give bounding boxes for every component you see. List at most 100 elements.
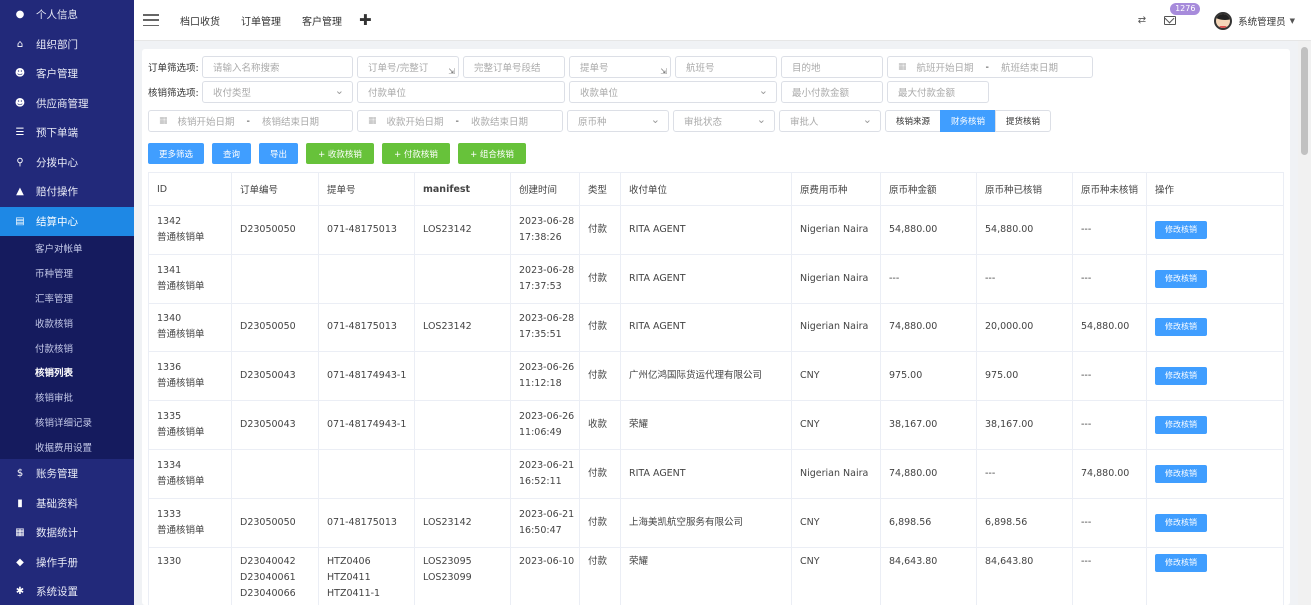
sidebar-item-top-4[interactable]: ☰ 预下单端 [0,118,134,148]
sidebar-item-top-6[interactable]: ▲ 赔付操作 [0,177,134,207]
edit-verify-button[interactable]: 修改核销 [1155,269,1207,288]
auditor-select[interactable]: 审批人 [779,110,881,132]
min-amount-input[interactable]: 最小付款金额 [781,81,883,103]
cell-created-time: 2023-06-21 16:52:11 [510,449,580,499]
verify-start-date: 核销开始日期 [177,117,235,128]
edit-verify-button[interactable]: 修改核销 [1155,513,1207,532]
caret-down-icon[interactable]: ▼ [1290,17,1295,25]
table-row: 1340 普通核销单 D23050050 071-48175013 LOS23142 20… [148,303,1284,353]
edit-verify-button[interactable]: 修改核销 [1155,220,1207,239]
cell-id: 1334 普通核销单 [148,449,232,499]
sidebar-item-top-3[interactable]: ☻ 供应商管理 [0,89,134,119]
recv-date-range[interactable]: ▦ 收款开始日期 - 收款结束日期 [357,110,563,132]
nav-link-stall-receive[interactable]: 档口收货 [180,13,220,28]
cell-type: 付款 [579,205,621,255]
cell-currency: Nigerian Naira [791,254,881,304]
sidebar-subitem-6[interactable]: 核销审批 [0,385,134,410]
edit-verify-button[interactable]: 修改核销 [1155,416,1207,435]
sidebar-item-label: 供应商管理 [36,97,89,110]
recv-start-date: 收款开始日期 [386,117,444,128]
cell-bill-no: 071-48174943-1 [318,351,415,402]
menu-toggle-icon[interactable] [143,14,159,26]
sidebar-subitem-0[interactable]: 客户对帐单 [0,236,134,261]
cell-amount: 6,898.56 [880,498,977,548]
column-header: 操作 [1146,172,1284,206]
user-icon: ● [15,9,25,21]
sidebar-subitem-1[interactable]: 币种管理 [0,261,134,286]
order-filter-row: 订单筛选项: 请输入名称搜索 订单号/完整订 完整订单号段结 提单号 航班号 目… [148,56,1097,78]
sidebar-item-top-1[interactable]: ⌂ 组织部门 [0,30,134,60]
order-no-input[interactable]: 订单号/完整订 [357,56,459,78]
finance-verify-button[interactable]: 财务核销 [940,110,997,132]
cell-id: 1333 普通核销单 [148,498,232,548]
cell-bill-no: 071-48175013 [318,303,415,353]
top-header: 档口收货 订单管理 客户管理 ✚ ⇄ 1276 系统管理员 ▼ [134,0,1311,41]
sidebar-item-bottom-0[interactable]: $ 账务管理 [0,459,134,489]
source-button[interactable]: 核销来源 [885,110,942,132]
sidebar-subitem-5[interactable]: 核销列表 [0,360,134,385]
cell-amount: 74,880.00 [880,303,977,353]
pay-unit-input[interactable]: 付款单位 [357,81,565,103]
messages-button[interactable]: 1276 [1164,3,1201,25]
sidebar-subitem-7[interactable]: 核销详细记录 [0,410,134,435]
pay-verify-button[interactable]: + 付款核销 [382,143,450,164]
edit-verify-button[interactable]: 修改核销 [1155,553,1207,572]
query-button[interactable]: 查询 [212,143,251,164]
cell-action: 修改核销 [1146,547,1284,605]
sidebar-item-bottom-1[interactable]: ▮ 基础资料 [0,489,134,519]
nav-link-customer-manage[interactable]: 客户管理 [302,13,342,28]
audit-status-select[interactable]: 审批状态 [673,110,775,132]
max-amount-input[interactable]: 最大付款金额 [887,81,989,103]
export-button[interactable]: 导出 [259,143,298,164]
cell-manifest [414,254,511,304]
destination-input[interactable]: 目的地 [781,56,883,78]
flight-date-range[interactable]: ▦ 航班开始日期 - 航班结束日期 [887,56,1093,78]
edit-verify-button[interactable]: 修改核销 [1155,464,1207,483]
cell-action: 修改核销 [1146,498,1284,548]
translate-icon[interactable]: ⇄ [1138,15,1146,26]
add-tab-icon[interactable]: ✚ [359,11,372,29]
cell-created-time: 2023-06-28 17:35:51 [510,303,580,353]
edit-verify-button[interactable]: 修改核销 [1155,367,1207,386]
cell-manifest: LOS23142 [414,303,511,353]
calendar-icon: ▦ [368,116,377,126]
scroll-thumb[interactable] [1301,47,1308,155]
nav-link-order-manage[interactable]: 订单管理 [241,13,281,28]
sidebar-item-bottom-2[interactable]: ▦ 数据统计 [0,518,134,548]
name-search-input[interactable]: 请输入名称搜索 [202,56,353,78]
sidebar-item-top-5[interactable]: ⚲ 分拨中心 [0,148,134,178]
recv-unit-select[interactable]: 收款单位 [569,81,777,103]
cell-unit: RITA AGENT [620,254,792,304]
cell-type: 付款 [579,303,621,353]
cell-created-time: 2023-06-28 17:38:26 [510,205,580,255]
cell-action: 修改核销 [1146,303,1284,353]
cell-order-no: D23050050 [231,303,319,353]
sidebar-subitem-3[interactable]: 收款核销 [0,310,134,335]
page-scrollbar[interactable] [1298,41,1311,605]
cell-currency: CNY [791,498,881,548]
mail-icon [1164,16,1177,25]
full-order-input[interactable]: 完整订单号段结 [463,56,565,78]
sidebar-subitem-4[interactable]: 付款核销 [0,335,134,360]
combo-verify-button[interactable]: + 组合核销 [458,143,526,164]
sidebar-subitem-8[interactable]: 收据费用设置 [0,434,134,459]
cell-order-no: D23040042 D23040061 D23040066 [231,547,319,605]
sidebar-item-top-7[interactable]: ▤ 结算中心 [0,206,134,236]
sidebar-subitem-2[interactable]: 汇率管理 [0,286,134,311]
sidebar-item-bottom-3[interactable]: ◆ 操作手册 [0,548,134,578]
edit-verify-button[interactable]: 修改核销 [1155,318,1207,337]
avatar[interactable] [1214,11,1233,30]
user-name[interactable]: 系统管理员 [1238,14,1286,28]
bill-no-input[interactable]: 提单号 [569,56,671,78]
pickup-verify-button[interactable]: 提货核销 [995,110,1052,132]
sidebar-item-bottom-4[interactable]: ✱ 系统设置 [0,577,134,605]
more-filter-button[interactable]: 更多筛选 [148,143,204,164]
sidebar-item-top-0[interactable]: ● 个人信息 [0,0,134,30]
recv-verify-button[interactable]: + 收款核销 [306,143,374,164]
sidebar-item-label: 数据统计 [36,527,78,540]
currency-select[interactable]: 原币种 [567,110,669,132]
verify-date-range[interactable]: ▦ 核销开始日期 - 核销结束日期 [148,110,353,132]
flight-no-input[interactable]: 航班号 [675,56,777,78]
sidebar-item-top-2[interactable]: ☻ 客户管理 [0,59,134,89]
pay-type-select[interactable]: 收付类型 [202,81,353,103]
